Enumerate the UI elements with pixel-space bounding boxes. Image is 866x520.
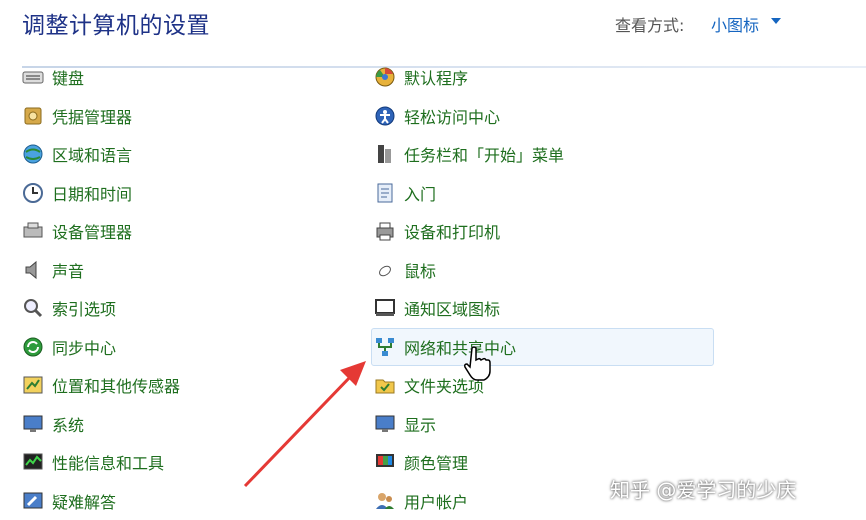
watermark: 知乎 @爱学习的少庆: [610, 478, 797, 502]
red-annotation-arrow: [243, 361, 366, 488]
hand-cursor-icon: [464, 346, 491, 381]
